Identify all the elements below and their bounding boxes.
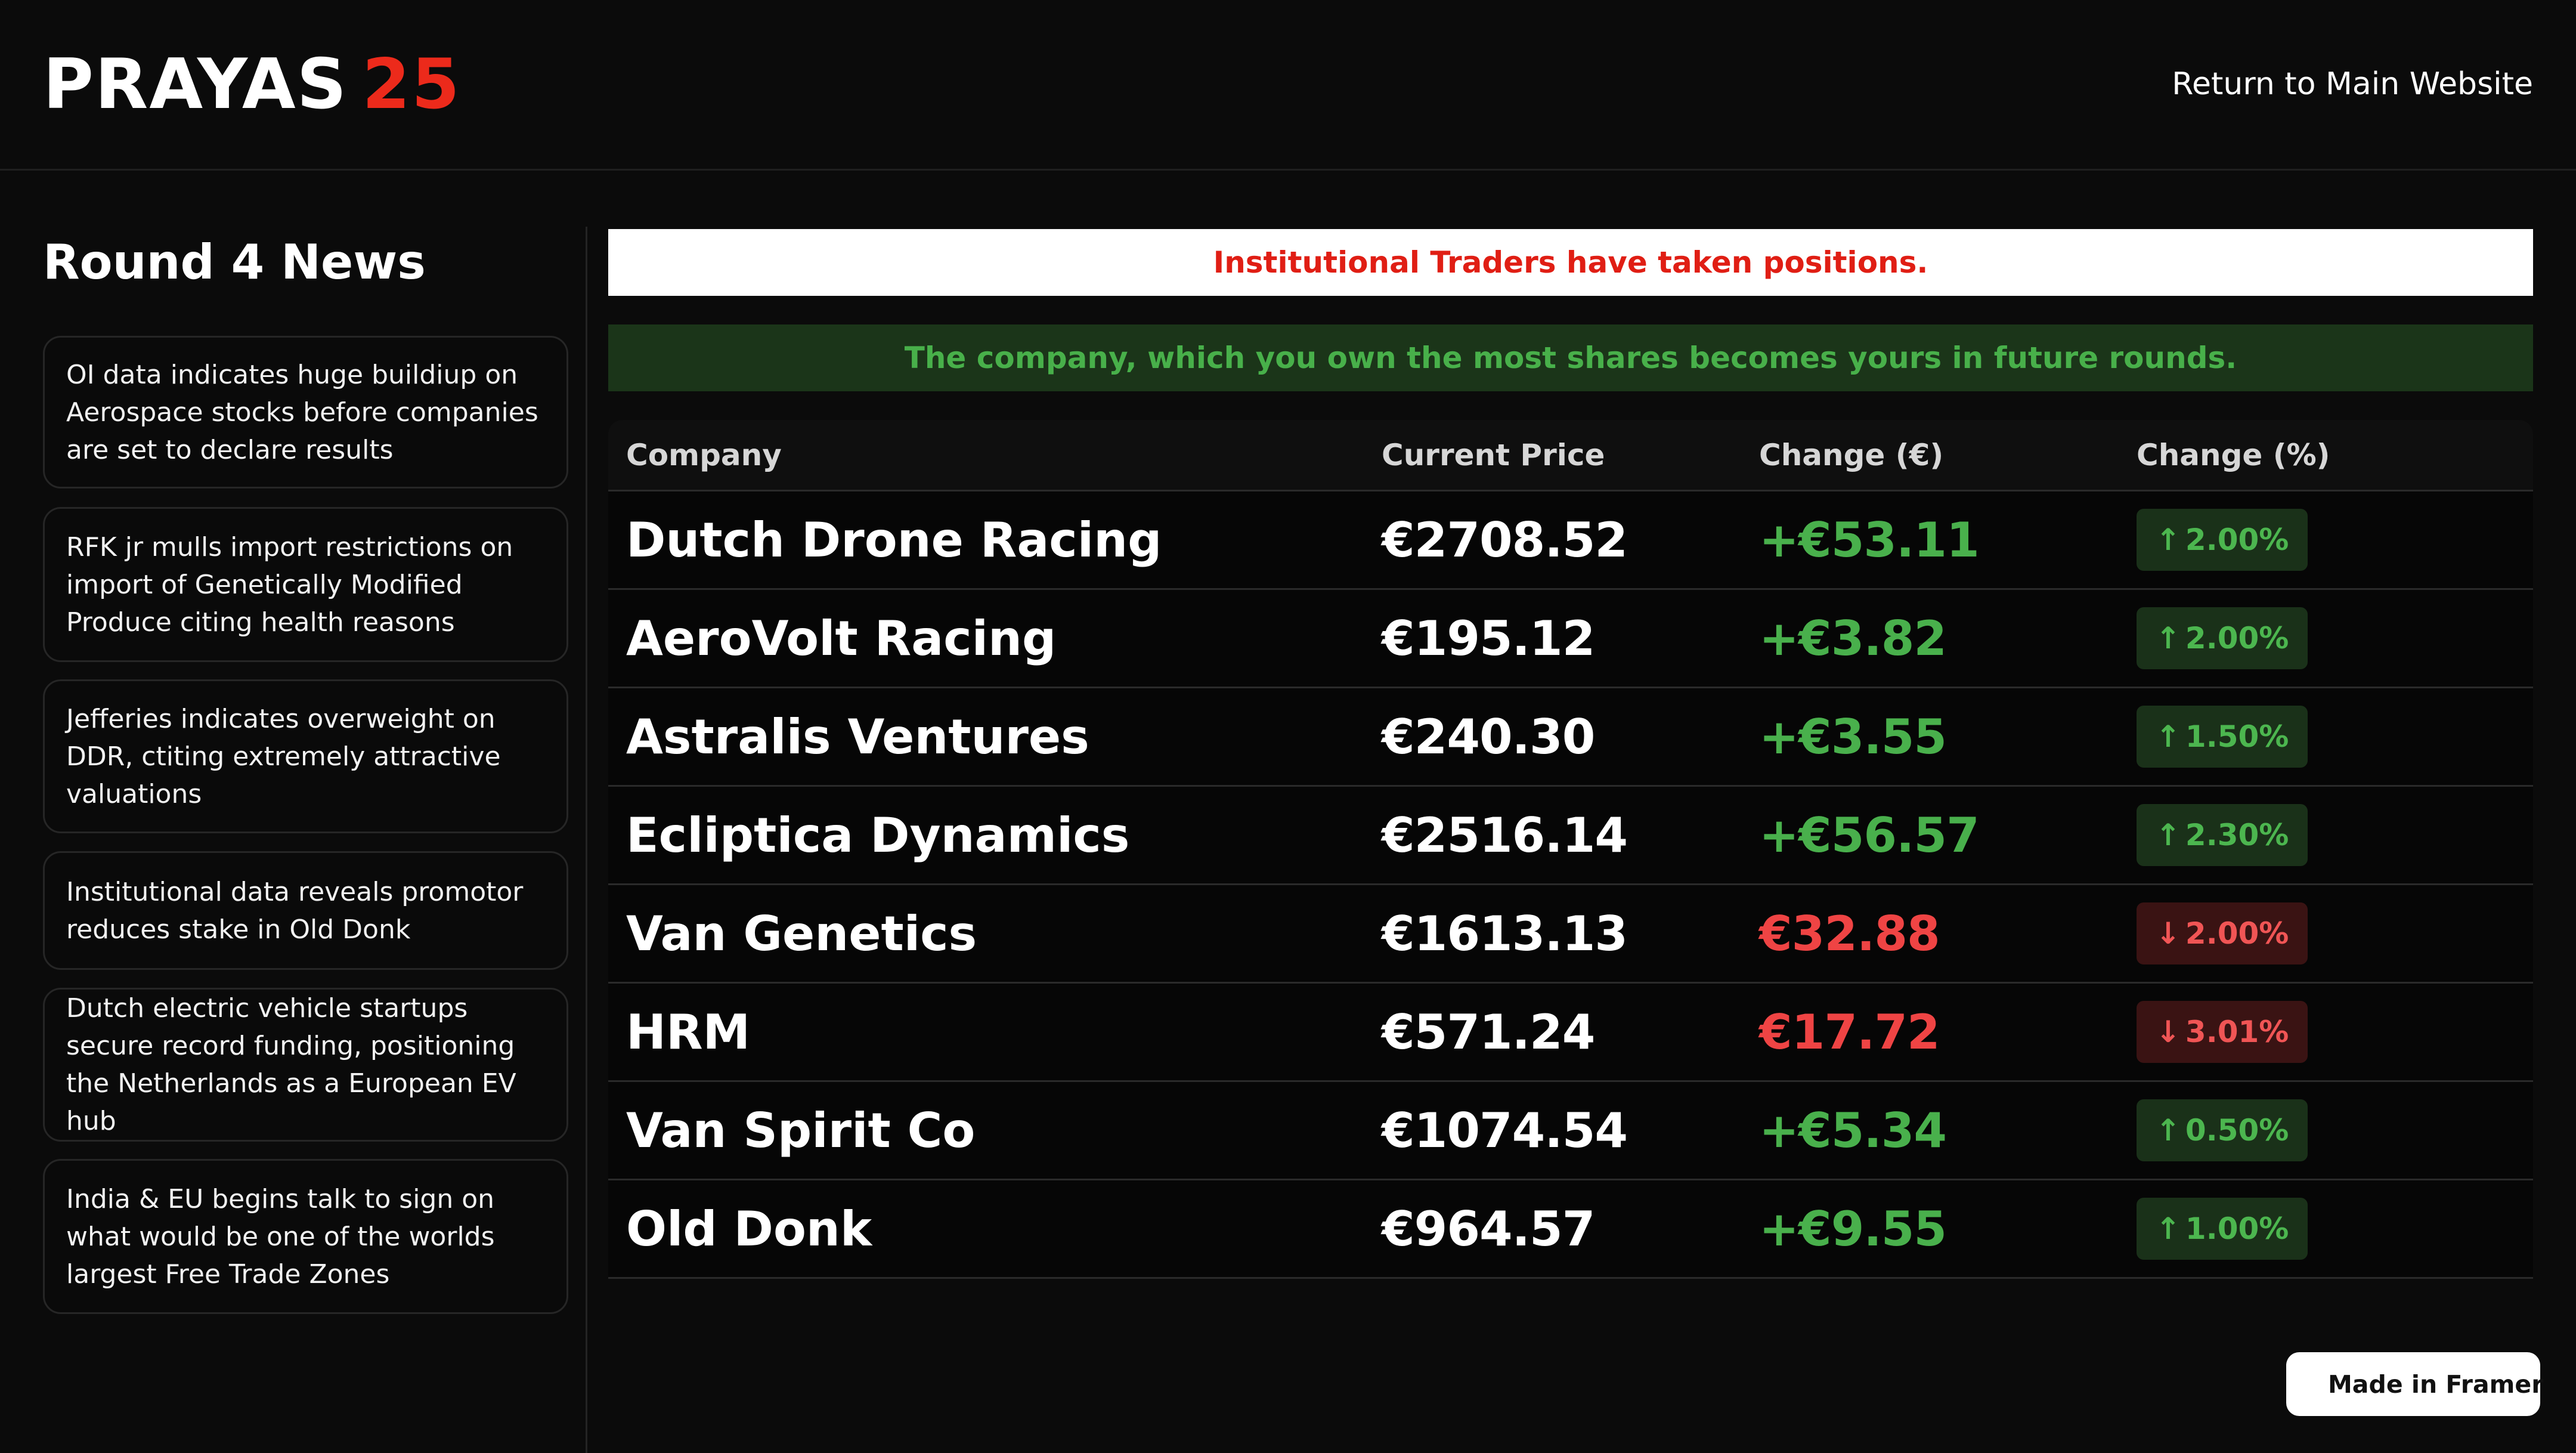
change-pct-badge: ↓ 2.00% — [2137, 902, 2308, 964]
table-row[interactable]: HRM €571.24 €17.72 ↓ 3.01% — [608, 984, 2533, 1082]
change-pct-cell: ↑ 1.50% — [2137, 688, 2308, 785]
arrow-up-icon: ↑ — [2156, 719, 2181, 754]
arrow-up-icon: ↑ — [2156, 818, 2181, 852]
column-header-change-pct: Change (%) — [2137, 437, 2330, 472]
table-row[interactable]: Dutch Drone Racing €2708.52 +€53.11 ↑ 2.0… — [608, 491, 2533, 590]
change-eur: €17.72 — [1759, 1004, 1940, 1060]
prayas-logo[interactable]: PRAYAS 25 — [43, 43, 461, 126]
change-pct-badge: ↑ 2.00% — [2137, 607, 2308, 669]
arrow-down-icon: ↓ — [2156, 916, 2181, 951]
news-item-text: India & EU begins talk to sign on what w… — [66, 1183, 495, 1290]
change-eur: +€56.57 — [1759, 807, 1980, 863]
site-header: PRAYAS 25 Return to Main Website — [0, 0, 2576, 171]
arrow-up-icon: ↑ — [2156, 621, 2181, 656]
news-item[interactable]: Dutch electric vehicle startups secure r… — [43, 988, 568, 1142]
table-header: Company Current Price Change (€) Change … — [608, 420, 2533, 491]
change-pct-badge: ↓ 3.01% — [2137, 1001, 2308, 1063]
change-eur: +€9.55 — [1759, 1201, 1947, 1257]
change-pct-cell: ↓ 3.01% — [2137, 984, 2308, 1080]
news-item[interactable]: RFK jr mulls import restrictions on impo… — [43, 507, 568, 662]
news-item[interactable]: India & EU begins talk to sign on what w… — [43, 1159, 568, 1314]
table-row[interactable]: Astralis Ventures €240.30 +€3.55 ↑ 1.50% — [608, 688, 2533, 787]
news-item[interactable]: Institutional data reveals promotor redu… — [43, 851, 568, 970]
news-item-text: Institutional data reveals promotor redu… — [66, 876, 524, 945]
table-row[interactable]: Ecliptica Dynamics €2516.14 +€56.57 ↑ 2.3… — [608, 787, 2533, 885]
change-eur: +€53.11 — [1759, 512, 1980, 568]
change-eur: +€3.55 — [1759, 709, 1947, 765]
arrow-up-icon: ↑ — [2156, 1211, 2181, 1246]
arrow-down-icon: ↓ — [2156, 1015, 2181, 1049]
current-price: €240.30 — [1382, 709, 1595, 765]
change-pct-cell: ↓ 2.00% — [2137, 885, 2308, 982]
company-name: Old Donk — [626, 1201, 872, 1257]
made-in-framer-badge[interactable]: Made in Framer — [2286, 1352, 2544, 1416]
company-name: Van Spirit Co — [626, 1102, 976, 1158]
column-header-company: Company — [626, 437, 782, 472]
current-price: €2516.14 — [1382, 807, 1628, 863]
company-name: HRM — [626, 1004, 751, 1060]
current-price: €1074.54 — [1382, 1102, 1628, 1158]
change-pct-cell: ↑ 2.30% — [2137, 787, 2308, 883]
news-item-text: OI data indicates huge buildiup on Aeros… — [66, 359, 538, 465]
ownership-info-banner: The company, which you own the most shar… — [608, 324, 2533, 391]
change-pct-value: 1.00% — [2185, 1211, 2289, 1246]
company-name: Van Genetics — [626, 905, 977, 962]
change-pct-value: 2.00% — [2185, 916, 2289, 951]
company-name: Dutch Drone Racing — [626, 512, 1162, 568]
news-sidebar: Round 4 News OI data indicates huge buil… — [0, 227, 587, 1453]
news-title: Round 4 News — [43, 234, 426, 290]
news-item-text: Dutch electric vehicle startups secure r… — [66, 993, 516, 1136]
company-name: AeroVolt Racing — [626, 610, 1057, 666]
logo-word: PRAYAS — [43, 44, 348, 125]
change-pct-badge: ↑ 2.00% — [2137, 509, 2308, 571]
company-name: Astralis Ventures — [626, 709, 1089, 765]
change-pct-value: 2.00% — [2185, 621, 2289, 656]
current-price: €1613.13 — [1382, 905, 1628, 962]
news-item-text: RFK jr mulls import restrictions on impo… — [66, 531, 513, 638]
change-eur: +€3.82 — [1759, 610, 1947, 666]
news-item[interactable]: OI data indicates huge buildiup on Aeros… — [43, 336, 568, 489]
change-pct-cell: ↑ 2.00% — [2137, 590, 2308, 687]
change-pct-value: 2.30% — [2185, 818, 2289, 852]
table-row[interactable]: Old Donk €964.57 +€9.55 ↑ 1.00% — [608, 1180, 2533, 1279]
change-pct-cell: ↑ 1.00% — [2137, 1180, 2308, 1277]
arrow-up-icon: ↑ — [2156, 1113, 2181, 1148]
institutional-traders-banner: Institutional Traders have taken positio… — [608, 229, 2533, 296]
table-row[interactable]: Van Genetics €1613.13 €32.88 ↓ 2.00% — [608, 885, 2533, 984]
table-row[interactable]: AeroVolt Racing €195.12 +€3.82 ↑ 2.00% — [608, 590, 2533, 688]
current-price: €964.57 — [1382, 1201, 1595, 1257]
change-pct-value: 3.01% — [2185, 1015, 2289, 1049]
change-pct-value: 1.50% — [2185, 719, 2289, 754]
news-item-text: Jefferies indicates overweight on DDR, c… — [66, 703, 501, 809]
change-pct-cell: ↑ 0.50% — [2137, 1082, 2308, 1179]
framer-badge-label: Made in Framer — [2328, 1369, 2544, 1399]
column-header-current-price: Current Price — [1382, 437, 1605, 472]
table-row[interactable]: Van Spirit Co €1074.54 +€5.34 ↑ 0.50% — [608, 1082, 2533, 1180]
change-pct-badge: ↑ 1.50% — [2137, 706, 2308, 768]
change-pct-value: 2.00% — [2185, 523, 2289, 557]
change-pct-badge: ↑ 0.50% — [2137, 1099, 2308, 1161]
logo-number: 25 — [362, 44, 461, 125]
news-item[interactable]: Jefferies indicates overweight on DDR, c… — [43, 679, 568, 833]
change-eur: €32.88 — [1759, 905, 1940, 962]
change-eur: +€5.34 — [1759, 1102, 1947, 1158]
current-price: €195.12 — [1382, 610, 1595, 666]
column-header-change-eur: Change (€) — [1759, 437, 1944, 472]
change-pct-badge: ↑ 2.30% — [2137, 804, 2308, 866]
current-price: €2708.52 — [1382, 512, 1628, 568]
arrow-up-icon: ↑ — [2156, 523, 2181, 557]
change-pct-badge: ↑ 1.00% — [2137, 1198, 2308, 1260]
company-name: Ecliptica Dynamics — [626, 807, 1130, 863]
change-pct-value: 0.50% — [2185, 1113, 2289, 1148]
change-pct-cell: ↑ 2.00% — [2137, 491, 2308, 588]
current-price: €571.24 — [1382, 1004, 1595, 1060]
stock-table: Company Current Price Change (€) Change … — [608, 420, 2533, 1279]
return-to-main-website-link[interactable]: Return to Main Website — [2172, 63, 2533, 105]
